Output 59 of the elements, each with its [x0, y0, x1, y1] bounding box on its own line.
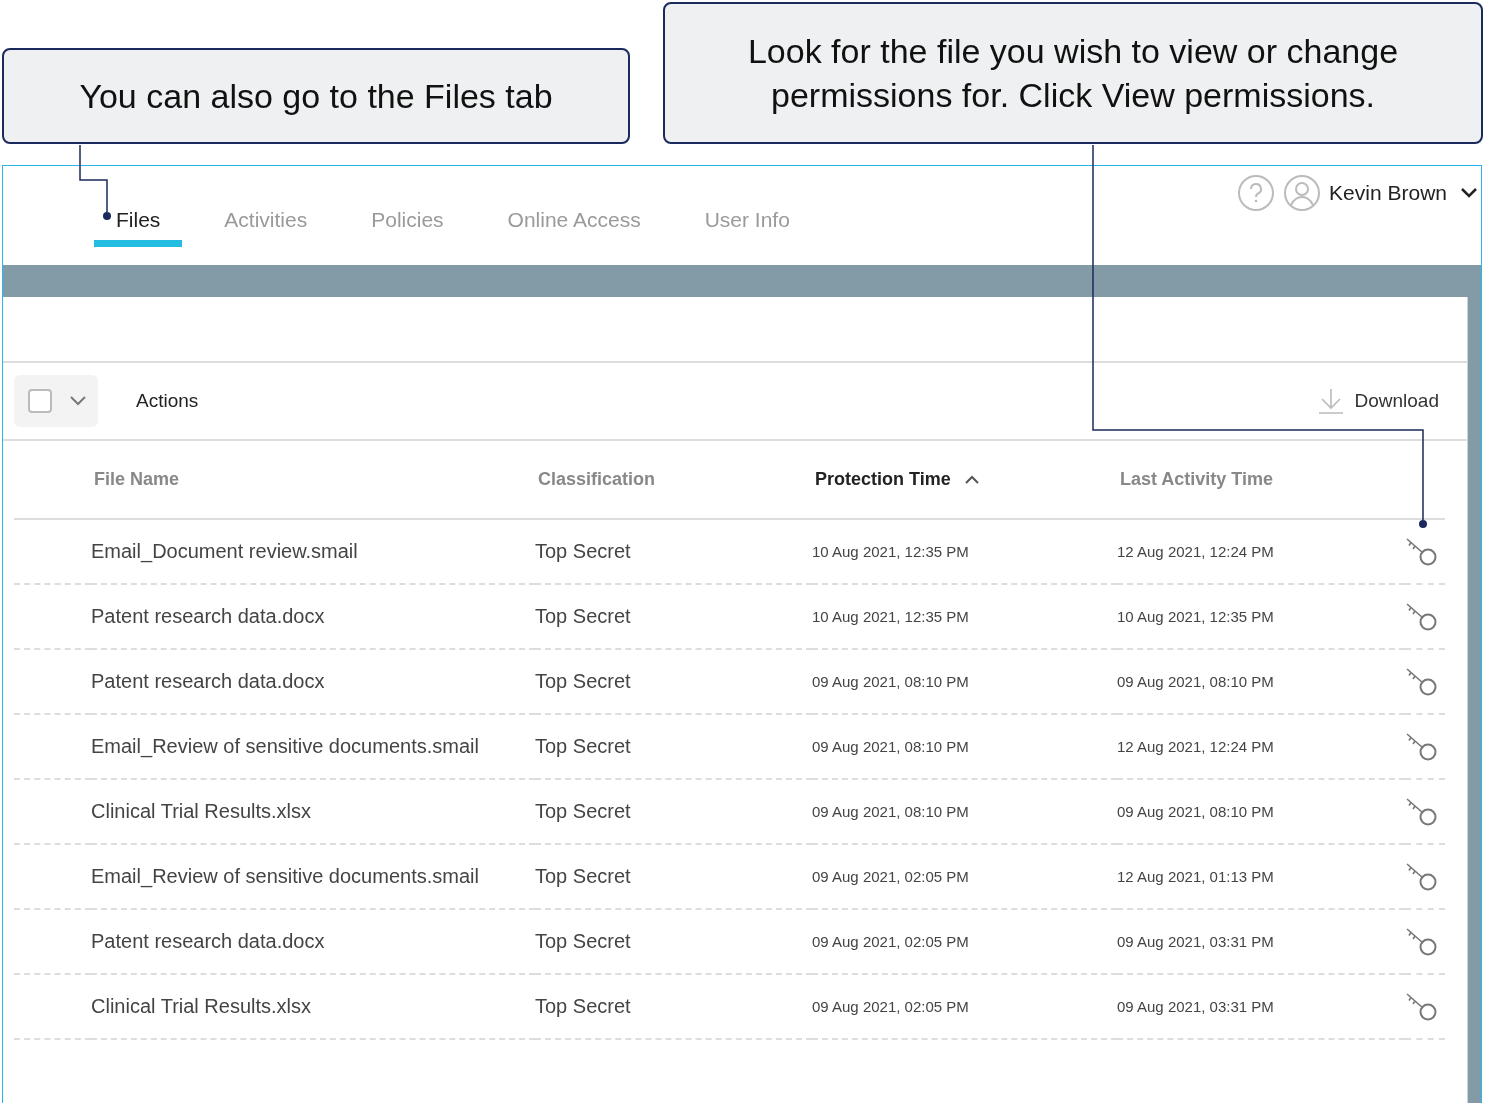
file-name-cell-text: Patent research data.docx	[91, 929, 326, 954]
file-name-cell-text: Patent research data.docx	[91, 669, 326, 694]
classification-cell: Top Secret	[535, 735, 631, 758]
file-name-cell-text: Clinical Trial Results.xlsx	[91, 799, 313, 824]
protection-time-cell: 10 Aug 2021, 12:35 PM	[812, 543, 969, 560]
key-icon[interactable]	[1405, 666, 1439, 697]
callout-box: You can also go to the Files tab	[2, 48, 630, 144]
last-activity-cell: 09 Aug 2021, 03:31 PM	[1117, 933, 1274, 950]
last-activity-cell: 09 Aug 2021, 08:10 PM	[1117, 803, 1274, 820]
file-name-cell-text: Email_Review of sensitive documents.smail	[91, 734, 480, 760]
last-activity-cell: 09 Aug 2021, 08:10 PM	[1117, 673, 1274, 690]
protection-time-cell: 09 Aug 2021, 02:05 PM	[812, 998, 969, 1015]
classification-cell: Top Secret	[535, 540, 631, 563]
protection-time-cell: 09 Aug 2021, 08:10 PM	[812, 803, 969, 820]
nav-tab[interactable]: Online Access	[485, 204, 663, 247]
protection-time-cell: 10 Aug 2021, 12:35 PM	[812, 608, 969, 625]
column-header[interactable]: Classification	[538, 469, 656, 490]
last-activity-cell: 12 Aug 2021, 01:13 PM	[1117, 868, 1274, 885]
file-name-cell-text: Email_Review of sensitive documents.smail	[91, 864, 480, 890]
classification-cell: Top Secret	[535, 800, 631, 823]
key-icon[interactable]	[1405, 796, 1439, 827]
key-icon[interactable]	[1405, 991, 1439, 1022]
protection-time-cell: 09 Aug 2021, 08:10 PM	[812, 738, 969, 755]
last-activity-cell: 12 Aug 2021, 12:24 PM	[1117, 738, 1274, 755]
key-icon[interactable]	[1405, 536, 1439, 567]
callout-box: Look for the file you wish to view or change permissions for. Click View permissions.	[663, 2, 1483, 144]
column-header[interactable]: File Name	[94, 469, 180, 490]
download-button[interactable]: Download	[1310, 386, 1445, 416]
checkbox[interactable]	[28, 389, 52, 413]
classification-cell: Top Secret	[535, 995, 631, 1018]
column-header[interactable]: Protection Time	[815, 469, 951, 490]
last-activity-cell: 10 Aug 2021, 12:35 PM	[1117, 608, 1274, 625]
key-icon[interactable]	[1405, 861, 1439, 892]
chevron-down-icon	[1461, 188, 1477, 198]
protection-time-cell: 09 Aug 2021, 08:10 PM	[812, 673, 969, 690]
protection-time-cell: 09 Aug 2021, 02:05 PM	[812, 933, 969, 950]
sort-ascending-icon[interactable]	[964, 475, 979, 484]
classification-cell: Top Secret	[535, 605, 631, 628]
column-header[interactable]: Last Activity Time	[1120, 469, 1274, 490]
file-name-cell-text: Clinical Trial Results.xlsx	[91, 994, 313, 1019]
classification-cell: Top Secret	[535, 865, 631, 888]
file-name-cell-text: Patent research data.docx	[91, 604, 326, 629]
classification-cell: Top Secret	[535, 670, 631, 693]
actions-button[interactable]: Actions	[130, 389, 205, 413]
classification-cell: Top Secret	[535, 930, 631, 953]
protection-time-cell: 09 Aug 2021, 02:05 PM	[812, 868, 969, 885]
user-menu[interactable]: Kevin Brown	[1329, 181, 1481, 205]
key-icon[interactable]	[1405, 926, 1439, 957]
nav-tab[interactable]: Policies	[349, 204, 466, 247]
last-activity-cell: 12 Aug 2021, 12:24 PM	[1117, 543, 1274, 560]
download-icon	[1316, 387, 1345, 415]
nav-tab[interactable]: Activities	[202, 204, 330, 247]
last-activity-cell: 09 Aug 2021, 03:31 PM	[1117, 998, 1274, 1015]
nav-tab[interactable]: User Info	[682, 204, 812, 247]
nav-tab[interactable]: Files	[94, 204, 183, 247]
key-icon[interactable]	[1405, 601, 1439, 632]
chevron-down-icon	[70, 396, 86, 406]
key-icon[interactable]	[1405, 731, 1439, 762]
file-name-cell-text: Email_Document review.smail	[91, 539, 359, 565]
